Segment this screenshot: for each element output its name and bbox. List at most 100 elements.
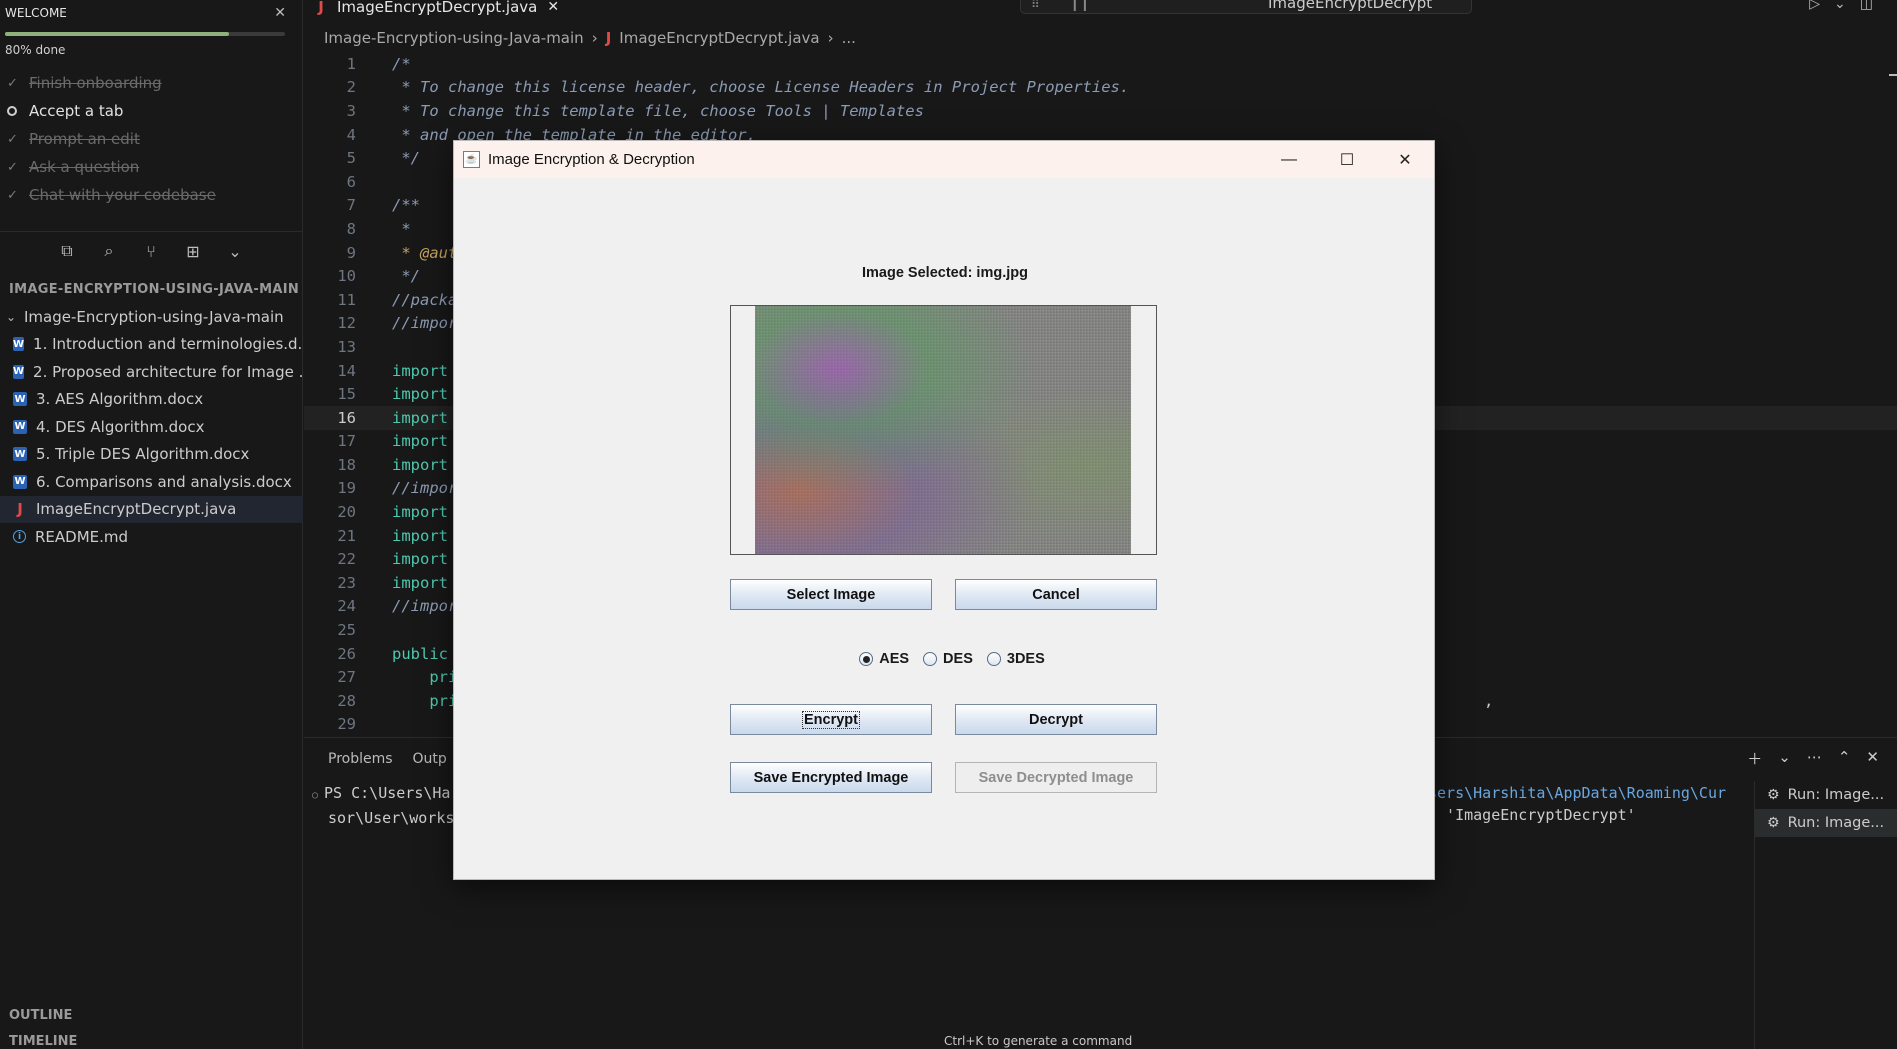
java-app-icon: ☕ <box>463 151 480 168</box>
tree-file-label: 3. AES Algorithm.docx <box>36 390 204 409</box>
tree-file[interactable]: J ImageEncryptDecrypt.java <box>0 495 303 523</box>
breadcrumb-symbol[interactable]: ... <box>842 29 856 47</box>
tree-file[interactable]: W 4. DES Algorithm.docx <box>0 413 303 441</box>
terminal-output-left[interactable]: ○ PS C:\Users\Ha sor\User\works <box>312 782 454 829</box>
breadcrumb-folder[interactable]: Image-Encryption-using-Java-main <box>324 29 584 47</box>
checklist-item[interactable]: ✓ Ask a question <box>0 153 302 181</box>
checklist-item[interactable]: Accept a tab <box>0 97 302 125</box>
line-number: 4 <box>346 125 356 144</box>
tree-file-label: 6. Comparisons and analysis.docx <box>36 472 292 491</box>
source-control-icon[interactable]: ⑂ <box>140 240 162 262</box>
encrypt-button-label: Encrypt <box>802 710 860 729</box>
radio-3des[interactable]: 3DES <box>986 651 1045 667</box>
tree-file[interactable]: W 5. Triple DES Algorithm.docx <box>0 441 303 469</box>
tree-file-label: ImageEncryptDecrypt.java <box>36 500 237 519</box>
image-selected-label: Image Selected: img.jpg <box>862 265 1028 281</box>
word-icon: W <box>13 474 27 489</box>
checklist-item[interactable]: ✓ Chat with your codebase <box>0 181 302 209</box>
checklist-item[interactable]: ✓ Prompt an edit <box>0 125 302 153</box>
close-icon[interactable]: ✕ <box>1866 748 1879 769</box>
chevron-down-icon: ⌄ <box>6 309 17 324</box>
radio-indicator <box>986 652 1001 666</box>
editor-tab-label: ImageEncryptDecrypt.java <box>337 0 538 16</box>
java-icon: J <box>605 29 612 47</box>
close-icon[interactable]: ✕ <box>547 0 559 15</box>
code-text: /** <box>392 196 420 215</box>
line-number: 25 <box>337 621 356 640</box>
explorer-section-title[interactable]: IMAGE-ENCRYPTION-USING-JAVA-MAIN <box>9 282 299 297</box>
tree-file[interactable]: W 2. Proposed architecture for Image ... <box>0 358 303 386</box>
code-text: import <box>392 455 448 474</box>
radio-aes[interactable]: AES <box>859 651 909 667</box>
terminal-run-item[interactable]: ⚙ Run: Image... <box>1755 781 1897 809</box>
drag-handle-icon[interactable]: ⠿ <box>1031 0 1040 11</box>
line-number: 24 <box>337 597 356 616</box>
command-center[interactable]: ImageEncryptDecrypt <box>1268 0 1432 12</box>
code-line[interactable]: 1 /* <box>304 52 1897 76</box>
terminal-hint: Ctrl+K to generate a command <box>944 1034 1133 1048</box>
explorer-icon[interactable]: ⧉ <box>56 240 78 262</box>
tree-folder[interactable]: ⌄ Image-Encryption-using-Java-main <box>0 303 303 331</box>
close-icon[interactable]: ✕ <box>274 5 286 21</box>
tree-file-label: 2. Proposed architecture for Image ... <box>33 362 303 381</box>
line-number: 17 <box>337 432 356 451</box>
chevron-up-icon[interactable]: ⌃ <box>1838 748 1851 769</box>
code-line[interactable]: 2 * To change this license header, choos… <box>304 76 1897 100</box>
chevron-down-icon[interactable]: ⌄ <box>1834 0 1846 12</box>
pause-icon[interactable]: ❙❙ <box>1070 0 1090 11</box>
timeline-section[interactable]: TIMELINE <box>9 1034 77 1049</box>
tree-file[interactable]: i README.md <box>0 523 303 551</box>
tree-file[interactable]: W 6. Comparisons and analysis.docx <box>0 468 303 496</box>
tree-file[interactable]: W 3. AES Algorithm.docx <box>0 386 303 414</box>
more-icon[interactable]: ⋯ <box>1807 748 1822 769</box>
code-text: public <box>392 644 448 663</box>
line-number: 28 <box>337 691 356 710</box>
editor-tab[interactable]: J ImageEncryptDecrypt.java ✕ <box>314 0 559 19</box>
chevron-down-icon[interactable]: ⌄ <box>224 240 246 262</box>
panel-tabs: Problems Outp <box>328 751 447 767</box>
welcome-header: WELCOME ✕ <box>0 0 302 26</box>
close-icon[interactable]: ✕ <box>1376 141 1434 178</box>
code-text: //packa <box>392 290 458 309</box>
radio-des[interactable]: DES <box>923 651 973 667</box>
tab-problems[interactable]: Problems <box>328 751 393 767</box>
line-number: 14 <box>337 361 356 380</box>
line-number: 10 <box>337 267 356 286</box>
tab-output[interactable]: Outp <box>413 751 447 767</box>
check-icon: ✓ <box>7 75 18 91</box>
checklist-item[interactable]: ✓ Finish onboarding <box>0 69 302 97</box>
tree-file[interactable]: W 1. Introduction and terminologies.d... <box>0 331 303 359</box>
search-icon[interactable]: ⌕ <box>98 240 120 262</box>
line-number: 7 <box>346 196 356 215</box>
add-terminal-icon[interactable]: ＋ <box>1747 748 1762 769</box>
select-image-button[interactable]: Select Image <box>730 579 932 610</box>
word-icon: W <box>13 419 27 434</box>
save-decrypted-image-button: Save Decrypted Image <box>955 762 1157 793</box>
outline-section[interactable]: OUTLINE <box>9 1008 72 1023</box>
code-line[interactable]: 3 * To change this template file, choose… <box>304 99 1897 123</box>
word-icon: W <box>13 364 25 379</box>
cancel-button[interactable]: Cancel <box>955 579 1157 610</box>
line-number: 11 <box>337 290 356 309</box>
maximize-icon[interactable]: ☐ <box>1318 141 1376 178</box>
word-icon: W <box>13 447 27 462</box>
chevron-down-icon[interactable]: ⌄ <box>1778 748 1791 769</box>
dialog-titlebar[interactable]: ☕ Image Encryption & Decryption — ☐ ✕ <box>454 141 1434 178</box>
extensions-icon[interactable]: ⊞ <box>182 240 204 262</box>
breadcrumb-file[interactable]: ImageEncryptDecrypt.java <box>619 29 819 47</box>
info-icon: i <box>13 530 26 544</box>
breadcrumb: Image-Encryption-using-Java-main › J Ima… <box>324 29 856 47</box>
terminal-output-right[interactable]: sers\Harshita\AppData\Roaming\Cur ' 'Ima… <box>1428 782 1726 826</box>
save-encrypted-image-button[interactable]: Save Encrypted Image <box>730 762 932 793</box>
encrypt-button[interactable]: Encrypt <box>730 704 932 735</box>
terminal-run-item[interactable]: ⚙ Run: Image... <box>1755 809 1897 837</box>
code-text: /* <box>392 54 411 73</box>
line-number: 8 <box>346 219 356 238</box>
run-icon[interactable]: ▷ <box>1809 0 1820 12</box>
minimize-icon[interactable]: — <box>1260 141 1318 178</box>
code-text: //impor <box>392 597 458 616</box>
split-editor-icon[interactable]: ◫ <box>1860 0 1873 12</box>
terminal-line: PS C:\Users\Ha <box>324 784 451 802</box>
line-number: 3 <box>346 101 356 120</box>
decrypt-button[interactable]: Decrypt <box>955 704 1157 735</box>
